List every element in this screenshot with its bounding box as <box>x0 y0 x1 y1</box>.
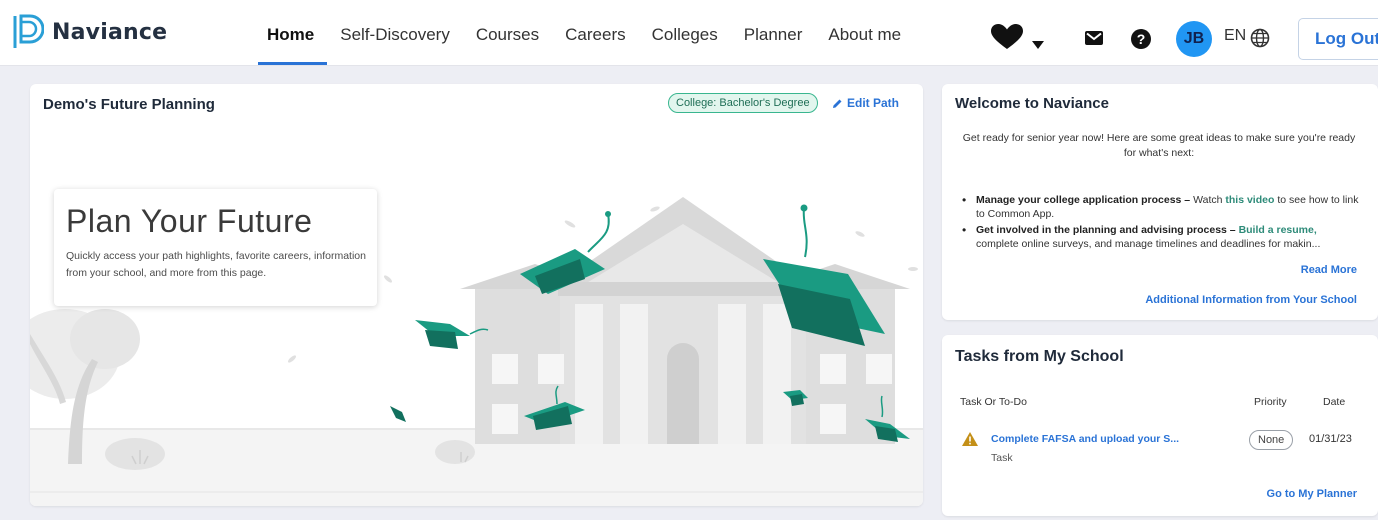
svg-text:?: ? <box>1137 31 1146 47</box>
edit-path-link[interactable]: Edit Path <box>832 96 899 110</box>
tasks-card: Tasks from My School Task Or To-Do Prior… <box>942 335 1378 516</box>
graduation-cap-5 <box>390 406 406 422</box>
future-planning-title: Demo's Future Planning <box>43 96 215 113</box>
read-more-link[interactable]: Read More <box>1301 264 1357 276</box>
column-header-priority: Priority <box>1254 396 1287 408</box>
tasks-title: Tasks from My School <box>955 348 1124 365</box>
warning-icon <box>962 432 978 446</box>
this-video-link[interactable]: this video <box>1225 194 1274 206</box>
logout-button[interactable]: Log Out <box>1298 18 1378 60</box>
mail-icon[interactable] <box>1085 31 1103 45</box>
build-resume-link[interactable]: Build a resume, <box>1239 224 1317 236</box>
nav-colleges[interactable]: Colleges <box>639 0 731 66</box>
welcome-list: Manage your college application process … <box>960 194 1360 254</box>
nav-about-me[interactable]: About me <box>815 0 914 66</box>
welcome-intro: Get ready for senior year now! Here are … <box>962 132 1356 159</box>
welcome-title: Welcome to Naviance <box>955 95 1109 112</box>
top-navigation-bar: Naviance Home Self-Discovery Courses Car… <box>0 0 1378 66</box>
welcome-card: Welcome to Naviance Get ready for senior… <box>942 84 1378 320</box>
nav-planner[interactable]: Planner <box>731 0 816 66</box>
caret-down-icon[interactable] <box>1032 41 1044 49</box>
language-selector[interactable]: EN <box>1224 27 1246 45</box>
task-type: Task <box>991 452 1013 464</box>
list-item: Get involved in the planning and advisin… <box>960 224 1360 251</box>
pencil-icon <box>833 99 842 108</box>
task-date: 01/31/23 <box>1309 433 1352 445</box>
hero-description: Quickly access your path highlights, fav… <box>66 250 366 279</box>
naviance-logo-icon <box>13 14 44 48</box>
help-icon[interactable]: ? <box>1131 29 1151 49</box>
nav-careers[interactable]: Careers <box>552 0 638 66</box>
plan-your-future-box: Plan Your Future Quickly access your pat… <box>54 189 377 306</box>
additional-info-link[interactable]: Additional Information from Your School <box>1145 294 1357 306</box>
go-to-planner-link[interactable]: Go to My Planner <box>1267 488 1357 500</box>
priority-badge: None <box>1249 430 1294 450</box>
globe-icon[interactable] <box>1250 28 1270 48</box>
column-header-task: Task Or To-Do <box>960 396 1027 408</box>
future-planning-card: Demo's Future Planning College: Bachelor… <box>30 84 923 506</box>
main-nav: Home Self-Discovery Courses Careers Coll… <box>254 0 914 66</box>
column-header-date: Date <box>1323 396 1346 408</box>
hero-title: Plan Your Future <box>66 203 313 239</box>
naviance-logo[interactable]: Naviance <box>12 14 167 50</box>
nav-self-discovery[interactable]: Self-Discovery <box>327 0 463 66</box>
brand-name: Naviance <box>52 19 168 45</box>
list-item: Manage your college application process … <box>960 194 1360 221</box>
path-badge: College: Bachelor's Degree <box>668 93 818 113</box>
heart-icon[interactable] <box>990 24 1024 50</box>
avatar[interactable]: JB <box>1176 21 1212 57</box>
edit-path-label: Edit Path <box>847 96 900 110</box>
task-name-link[interactable]: Complete FAFSA and upload your S... <box>991 433 1179 445</box>
nav-courses[interactable]: Courses <box>463 0 552 66</box>
nav-home[interactable]: Home <box>254 0 328 66</box>
